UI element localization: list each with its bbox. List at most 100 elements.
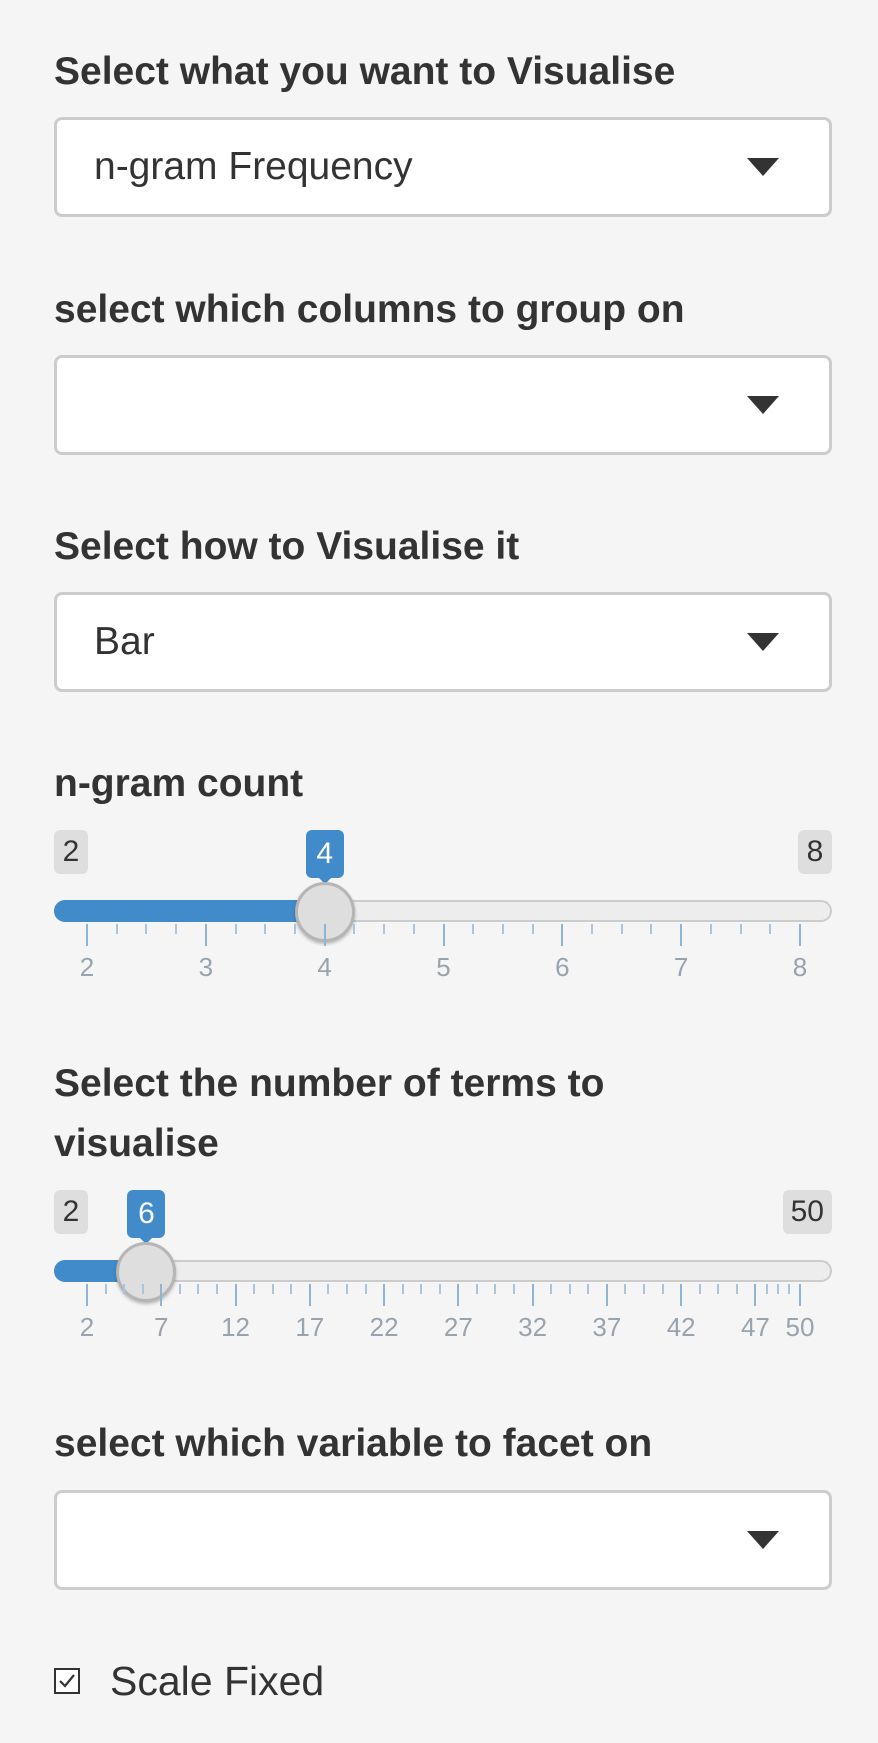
slider-minor-tick xyxy=(264,924,267,934)
slider-minor-tick xyxy=(472,924,475,934)
slider-tick-label: 37 xyxy=(592,1312,622,1342)
slider-minor-tick xyxy=(234,924,237,934)
slider-minor-tick xyxy=(145,924,148,934)
slider-major-tick xyxy=(531,1284,534,1306)
slider-handle[interactable] xyxy=(116,1242,177,1302)
slider-major-tick xyxy=(323,924,326,946)
slider-major-tick xyxy=(680,1284,683,1306)
slider-tick-label: 6 xyxy=(555,952,570,982)
slider-minor-tick xyxy=(104,1284,107,1294)
slider-minor-tick xyxy=(776,1284,779,1294)
slider-minor-tick xyxy=(412,924,415,934)
slider-minor-tick xyxy=(769,924,772,934)
slider-min-label: 2 xyxy=(54,1190,88,1234)
slider-max-label: 8 xyxy=(798,830,832,874)
slider-minor-tick xyxy=(550,1284,553,1294)
slider-minor-tick xyxy=(290,1284,293,1294)
slider-tick-label: 22 xyxy=(369,1312,399,1342)
slider-tick-label: 7 xyxy=(154,1312,169,1342)
slider-minor-tick xyxy=(115,924,118,934)
visualise-how-label: Select how to Visualise it xyxy=(54,525,520,568)
slider-major-tick xyxy=(383,1284,386,1306)
scale-fixed-checkbox[interactable] xyxy=(54,1668,80,1694)
slider-minor-tick xyxy=(438,1284,441,1294)
slider-tick-label: 32 xyxy=(518,1312,548,1342)
slider-minor-tick xyxy=(420,1284,423,1294)
slider-tick-label: 2 xyxy=(79,952,95,982)
slider-minor-tick xyxy=(739,924,742,934)
terms-count-label-line2: visualise xyxy=(54,1122,219,1165)
check-icon xyxy=(59,1674,75,1688)
slider-tick-label: 47 xyxy=(740,1312,770,1342)
slider-tick-label: 17 xyxy=(295,1312,325,1342)
ngram-count-slider[interactable]: 2 8 4 2 3 4 5 6 7 8 xyxy=(0,830,878,1010)
slider-major-tick xyxy=(799,924,801,946)
slider-minor-tick xyxy=(141,1284,144,1294)
slider-minor-tick xyxy=(327,1284,330,1294)
slider-minor-tick xyxy=(383,924,386,934)
terms-count-label-line1: Select the number of terms to xyxy=(54,1062,605,1105)
slider-minor-tick xyxy=(197,1284,200,1294)
slider-major-tick xyxy=(234,1284,237,1306)
slider-minor-tick xyxy=(293,924,296,934)
chevron-down-icon xyxy=(747,1531,779,1549)
facet-variable-select[interactable] xyxy=(54,1490,832,1590)
slider-minor-tick xyxy=(345,1284,348,1294)
slider-major-tick xyxy=(204,924,207,946)
slider-minor-tick xyxy=(271,1284,274,1294)
slider-minor-tick xyxy=(178,1284,181,1294)
slider-minor-tick xyxy=(494,1284,497,1294)
group-columns-select[interactable] xyxy=(54,355,832,455)
slider-minor-tick xyxy=(787,1284,790,1294)
slider-minor-tick xyxy=(587,1284,590,1294)
chevron-down-icon xyxy=(747,158,779,176)
visualise-what-value: n-gram Frequency xyxy=(94,145,413,188)
slider-major-tick xyxy=(160,1284,163,1306)
slider-max-label: 50 xyxy=(782,1190,832,1234)
slider-minor-tick xyxy=(513,1284,516,1294)
slider-tick-label: 3 xyxy=(198,952,214,982)
slider-major-tick xyxy=(754,1284,757,1306)
slider-tick-label: 42 xyxy=(666,1312,696,1342)
terms-count-slider[interactable]: 2 50 6 2 7 12 17 22 27 32 37 42 47 50 xyxy=(0,1190,878,1370)
slider-major-tick xyxy=(308,1284,311,1306)
slider-major-tick xyxy=(680,924,683,946)
ngram-count-label: n-gram count xyxy=(54,762,304,805)
scale-fixed-option[interactable]: Scale Fixed xyxy=(54,1655,324,1707)
slider-major-tick xyxy=(86,924,88,946)
slider-minor-tick xyxy=(401,1284,404,1294)
slider-minor-tick xyxy=(765,1284,768,1294)
slider-minor-tick xyxy=(123,1284,126,1294)
slider-major-tick xyxy=(605,1284,608,1306)
slider-value-label: 4 xyxy=(305,830,344,878)
group-columns-label: select which columns to group on xyxy=(54,288,685,331)
chevron-down-icon xyxy=(747,633,779,651)
slider-minor-tick xyxy=(353,924,356,934)
slider-bar xyxy=(54,900,325,922)
visualise-how-select[interactable]: Bar xyxy=(54,592,832,692)
slider-tick-label: 4 xyxy=(317,952,332,982)
slider-major-tick xyxy=(799,1284,801,1306)
slider-tick-label: 12 xyxy=(221,1312,250,1342)
slider-minor-tick xyxy=(698,1284,701,1294)
slider-minor-tick xyxy=(501,924,504,934)
slider-minor-tick xyxy=(709,924,712,934)
slider-min-label: 2 xyxy=(54,830,88,874)
visualise-how-value: Bar xyxy=(94,620,155,663)
slider-tick-label: 5 xyxy=(436,952,451,982)
slider-minor-tick xyxy=(591,924,594,934)
scale-fixed-label: Scale Fixed xyxy=(110,1657,325,1704)
slider-minor-tick xyxy=(531,924,534,934)
slider-major-tick xyxy=(86,1284,88,1306)
slider-major-tick xyxy=(442,924,445,946)
slider-minor-tick xyxy=(175,924,178,934)
slider-major-tick xyxy=(561,924,564,946)
visualise-what-select[interactable]: n-gram Frequency xyxy=(54,117,832,217)
slider-minor-tick xyxy=(475,1284,478,1294)
slider-minor-tick xyxy=(643,1284,646,1294)
slider-minor-tick xyxy=(215,1284,218,1294)
slider-tick-label: 50 xyxy=(785,1312,815,1342)
slider-minor-tick xyxy=(253,1284,256,1294)
slider-minor-tick xyxy=(624,1284,627,1294)
slider-major-tick xyxy=(457,1284,460,1306)
